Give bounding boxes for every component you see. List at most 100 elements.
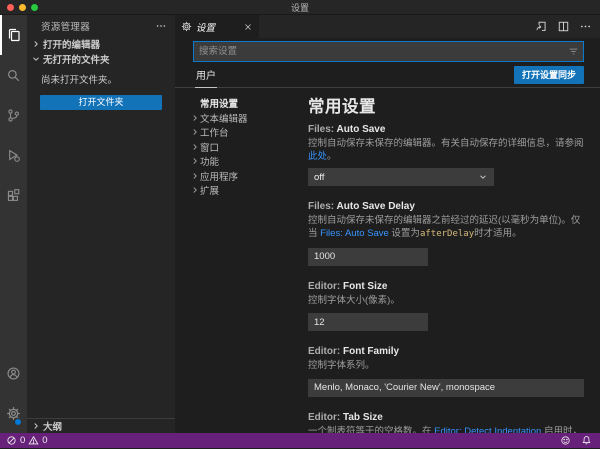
toc-item-2[interactable]: 工作台 <box>190 125 308 140</box>
tab-bar: 设置 <box>175 15 600 38</box>
toc-item-4[interactable]: 功能 <box>190 154 308 169</box>
sidebar-explorer: 资源管理器 打开的编辑器无打开的文件夹 尚未打开文件夹。 打开文件夹 大纲 <box>27 15 175 433</box>
gear-icon <box>181 21 192 32</box>
source-control-icon <box>6 108 21 123</box>
more-actions-icon[interactable] <box>155 20 167 32</box>
activity-bar-item-accounts[interactable] <box>0 353 27 393</box>
bell-icon[interactable] <box>581 435 592 446</box>
settings-list-panel: 常用设置 Files: Auto Save 控制自动保存未保存的编辑器。有关自动保… <box>308 88 600 433</box>
activity-bar-item-source-control[interactable] <box>0 95 27 135</box>
setting-dropdown[interactable]: off <box>308 168 494 186</box>
open-settings-json-icon[interactable] <box>535 20 548 33</box>
setting-description: 控制自动保存未保存的编辑器。有关自动保存的详细信息，请参阅此处。 <box>308 137 584 163</box>
sidebar-sections: 打开的编辑器无打开的文件夹 <box>27 36 175 66</box>
setting-link[interactable]: 此处 <box>308 151 327 162</box>
setting-name: Font Size <box>343 281 387 292</box>
turn-on-settings-sync-button[interactable]: 打开设置同步 <box>514 66 584 84</box>
desc-text: 一个制表符等于的空格数。在 <box>308 426 434 434</box>
more-actions-icon[interactable] <box>579 20 592 33</box>
setting-link[interactable]: Editor: Detect Indentation <box>434 426 541 434</box>
extensions-icon <box>6 188 21 203</box>
setting-title: Editor: Tab Size <box>308 411 584 424</box>
problems-status[interactable]: 0 0 <box>6 435 48 446</box>
activity-bar-item-run-debug[interactable] <box>0 135 27 175</box>
close-tab-icon[interactable] <box>243 22 253 32</box>
titlebar: 设置 <box>0 0 600 15</box>
setting-item-1: Files: Auto Save Delay控制自动保存未保存的编辑器之前经过的… <box>308 200 584 266</box>
tab-user-settings[interactable]: 用户 <box>195 63 217 88</box>
activity-bar-item-search[interactable] <box>0 55 27 95</box>
vscode-window: 设置 资源管理器 打开的编辑器无打开的文件夹 尚未打开文件夹。 打开文件夹 <box>0 0 600 448</box>
chevron-right-icon <box>31 421 41 431</box>
setting-control <box>308 312 584 332</box>
setting-title: Editor: Font Size <box>308 280 584 293</box>
editor-group: 设置 <box>175 15 600 433</box>
setting-item-0: Files: Auto Save 控制自动保存未保存的编辑器。有关自动保存的详细信… <box>308 123 584 186</box>
setting-title: Editor: Font Family <box>308 345 584 358</box>
setting-text-input[interactable] <box>308 313 428 331</box>
window-title: 设置 <box>0 1 600 14</box>
no-folder-message: 尚未打开文件夹。 <box>27 66 175 88</box>
toc-label: 应用程序 <box>200 169 238 183</box>
chevron-right-icon <box>190 185 200 195</box>
desc-text: 设置为 <box>389 228 420 239</box>
setting-category: Files: <box>308 124 337 135</box>
filter-icon[interactable] <box>568 46 579 57</box>
settings-group-heading: 常用设置 <box>308 93 584 117</box>
setting-category: Editor: <box>308 346 343 357</box>
settings-search <box>193 41 584 62</box>
toc-label: 功能 <box>200 154 219 168</box>
editor-actions <box>535 15 600 38</box>
setting-name: Tab Size <box>343 412 383 423</box>
outline-label: 大纲 <box>43 419 62 433</box>
section-label: 无打开的文件夹 <box>43 52 110 66</box>
setting-category: Files: <box>308 201 337 212</box>
toc-label: 扩展 <box>200 183 219 197</box>
activity-bar <box>0 15 27 433</box>
desc-text: 时才适用。 <box>474 228 522 239</box>
tab-settings[interactable]: 设置 <box>175 15 259 38</box>
account-icon <box>6 366 21 381</box>
settings-header: 用户 打开设置同步 <box>175 38 600 88</box>
desc-text: 控制自动保存未保存的编辑器。有关自动保存的详细信息，请参阅 <box>308 138 584 149</box>
activity-bar-item-manage[interactable] <box>0 393 27 433</box>
toc-item-3[interactable]: 窗口 <box>190 140 308 155</box>
toc-item-6[interactable]: 扩展 <box>190 183 308 198</box>
setting-description: 控制字体系列。 <box>308 359 584 372</box>
activity-bar-item-explorer[interactable] <box>0 15 27 55</box>
setting-item-4: Editor: Tab Size 一个制表符等于的空格数。在 Editor: De… <box>308 411 584 434</box>
tab-label: 设置 <box>196 20 239 34</box>
chevron-right-icon <box>190 171 200 181</box>
setting-link[interactable]: Files: Auto Save <box>320 228 389 239</box>
open-folder-button[interactable]: 打开文件夹 <box>40 95 162 110</box>
toc-item-1[interactable]: 文本编辑器 <box>190 111 308 126</box>
desc-text: 控制字体大小(像素)。 <box>308 295 400 306</box>
settings-toc: 常用设置文本编辑器工作台窗口功能应用程序扩展 <box>175 88 308 433</box>
sidebar-section-header-1[interactable]: 无打开的文件夹 <box>27 51 175 66</box>
settings-search-input[interactable] <box>193 41 584 62</box>
sidebar-section-outline[interactable]: 大纲 <box>27 418 175 433</box>
setting-title: Files: Auto Save Delay <box>308 200 584 213</box>
setting-text-input[interactable] <box>308 379 584 397</box>
toc-item-5[interactable]: 应用程序 <box>190 169 308 184</box>
setting-control <box>308 246 584 266</box>
error-icon <box>6 435 17 446</box>
chevron-right-icon <box>190 156 200 166</box>
chevron-right-icon <box>190 113 200 123</box>
activity-bar-top <box>0 15 27 215</box>
toc-label: 文本编辑器 <box>200 111 248 125</box>
setting-text-input[interactable] <box>308 248 428 266</box>
toc-label: 窗口 <box>200 140 219 154</box>
warning-icon <box>28 435 39 446</box>
chevron-down-icon <box>31 54 41 64</box>
setting-item-2: Editor: Font Size 控制字体大小(像素)。 <box>308 280 584 332</box>
sidebar-section-header-0[interactable]: 打开的编辑器 <box>27 36 175 51</box>
toc-item-0[interactable]: 常用设置 <box>190 96 308 111</box>
feedback-icon[interactable] <box>560 435 571 446</box>
split-editor-icon[interactable] <box>557 20 570 33</box>
setting-name: Auto Save <box>337 124 386 135</box>
section-label: 打开的编辑器 <box>43 37 100 51</box>
activity-bar-item-extensions[interactable] <box>0 175 27 215</box>
setting-category: Editor: <box>308 281 343 292</box>
activity-bar-bottom <box>0 353 27 433</box>
